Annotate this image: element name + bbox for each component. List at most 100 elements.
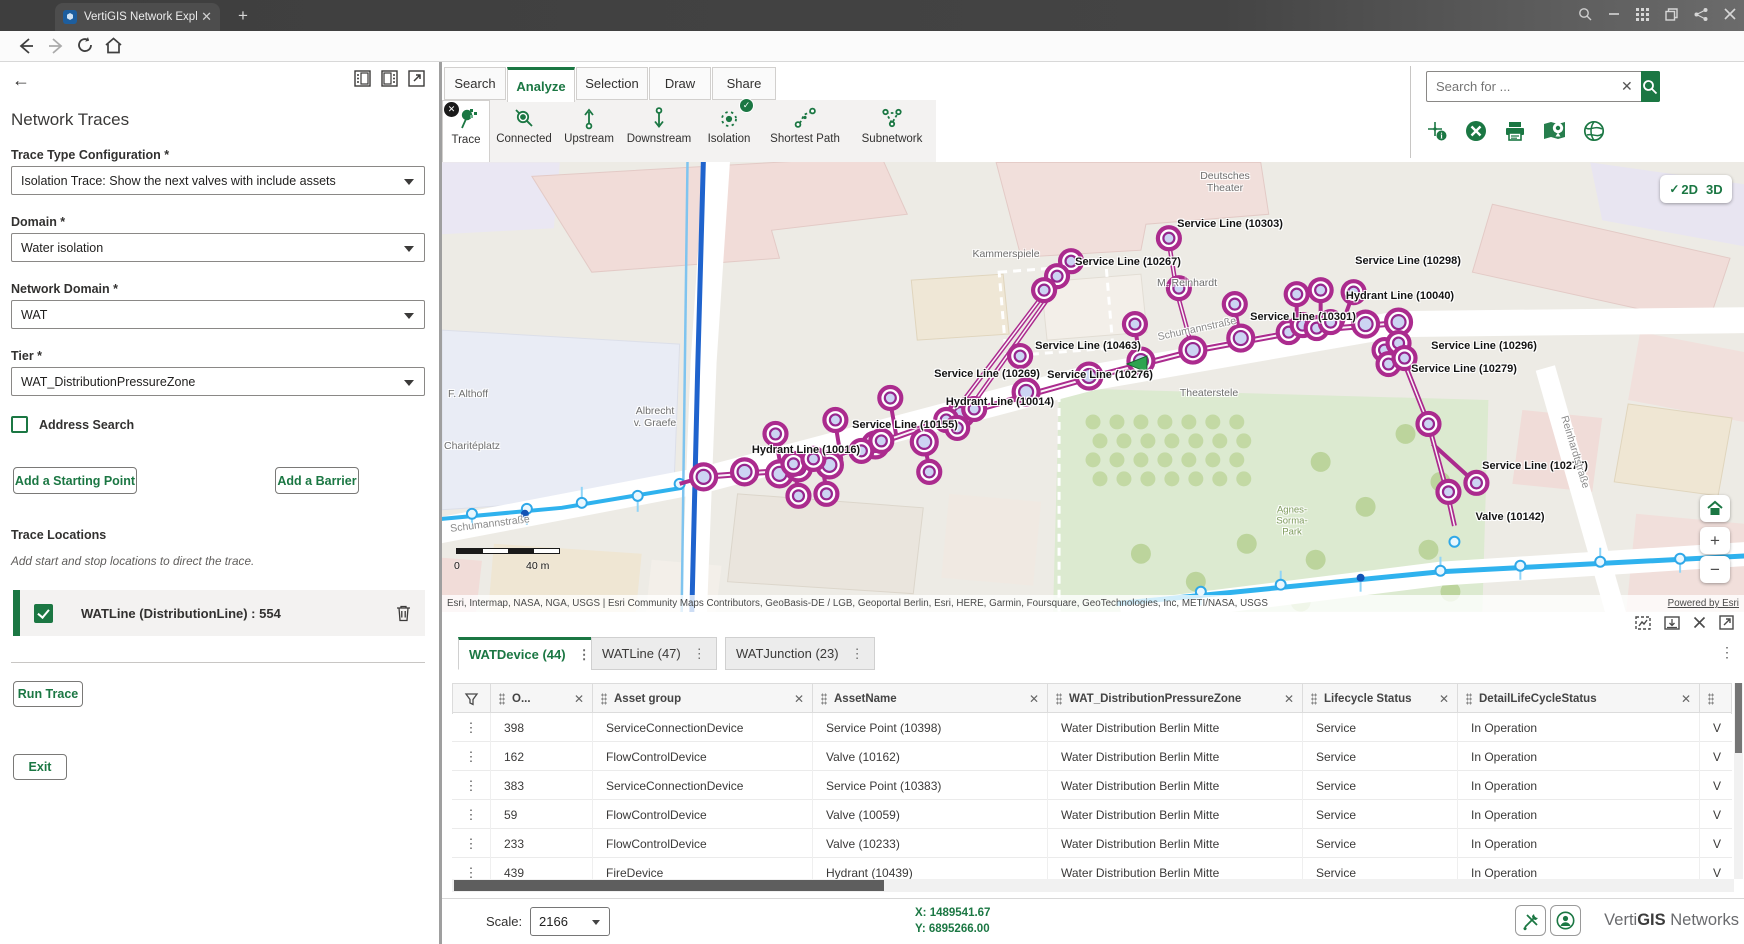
remove-column-icon[interactable]: ✕: [574, 692, 584, 706]
tab-close-icon[interactable]: ✕: [201, 9, 212, 25]
drag-handle-icon[interactable]: [601, 693, 607, 705]
print-icon[interactable]: [1504, 120, 1526, 142]
column-header-asset-group[interactable]: Asset group✕: [592, 684, 812, 714]
search-clear-icon[interactable]: ✕: [1612, 78, 1642, 95]
toggle-2d[interactable]: 2D: [1681, 182, 1698, 197]
basemap-globe-icon[interactable]: [1583, 120, 1605, 142]
tool-upstream[interactable]: Upstream: [558, 100, 620, 162]
table-tab-watjunction[interactable]: WATJunction (23)⋮: [725, 637, 875, 670]
drag-handle-icon[interactable]: [1466, 693, 1472, 705]
map-water-node[interactable]: [577, 498, 587, 508]
reload-icon[interactable]: [76, 36, 94, 54]
tab-kebab-icon[interactable]: ⋮: [578, 647, 591, 663]
map-location-icon[interactable]: [1543, 120, 1566, 142]
dock-panel-left-icon[interactable]: [354, 70, 371, 87]
map-2d-3d-toggle[interactable]: ✓ 2D 3D: [1660, 175, 1732, 203]
location-checkbox[interactable]: [34, 604, 53, 623]
tab-draw[interactable]: Draw: [649, 67, 711, 100]
table-row[interactable]: ⋮383ServiceConnectionDeviceService Point…: [452, 771, 1732, 800]
address-search-checkbox[interactable]: [11, 416, 28, 433]
minimize-icon[interactable]: [1608, 8, 1620, 20]
tab-search[interactable]: Search: [444, 67, 506, 100]
map-water-node[interactable]: [1675, 554, 1685, 564]
home-extent-button[interactable]: [1700, 495, 1730, 522]
row-menu-icon[interactable]: ⋮: [452, 829, 490, 858]
drag-handle-icon[interactable]: [821, 693, 827, 705]
zoom-tool-icon[interactable]: [1578, 7, 1592, 21]
row-menu-icon[interactable]: ⋮: [452, 771, 490, 800]
table-menu-icon[interactable]: ⋮: [1720, 644, 1734, 661]
zoom-out-button[interactable]: −: [1700, 556, 1730, 583]
run-trace-button[interactable]: Run Trace: [13, 681, 83, 707]
apps-grid-icon[interactable]: [1636, 8, 1649, 21]
table-horizontal-scrollbar[interactable]: [452, 879, 1734, 892]
tool-shortest-path[interactable]: Shortest Path: [760, 100, 850, 162]
search-input[interactable]: [1427, 79, 1612, 94]
exit-button[interactable]: Exit: [13, 754, 67, 780]
trace-cancel-badge[interactable]: ✕: [444, 102, 459, 117]
remove-column-icon[interactable]: ✕: [1681, 692, 1691, 706]
dock-panel-right-icon[interactable]: [381, 70, 398, 87]
map-water-node[interactable]: [633, 491, 643, 501]
tool-connected[interactable]: Connected: [490, 100, 558, 162]
row-menu-icon[interactable]: ⋮: [452, 858, 490, 879]
remove-column-icon[interactable]: ✕: [1029, 692, 1039, 706]
close-table-icon[interactable]: [1693, 616, 1706, 629]
map-water-node[interactable]: [1595, 557, 1605, 567]
domain-select[interactable]: Water isolation: [11, 233, 425, 262]
add-barrier-button[interactable]: Add a Barrier: [275, 467, 359, 494]
toggle-3d[interactable]: 3D: [1706, 182, 1723, 197]
column-header-lifecycle[interactable]: Lifecycle Status✕: [1302, 684, 1457, 714]
table-tab-watline[interactable]: WATLine (47)⋮: [591, 637, 717, 670]
close-window-icon[interactable]: [1724, 8, 1736, 20]
tab-kebab-icon[interactable]: ⋮: [693, 646, 706, 662]
remove-column-icon[interactable]: ✕: [1284, 692, 1294, 706]
row-menu-icon[interactable]: ⋮: [452, 800, 490, 829]
trace-type-select[interactable]: Isolation Trace: Show the next valves wi…: [11, 166, 425, 195]
search-button[interactable]: [1641, 71, 1660, 102]
zoom-to-results-icon[interactable]: [1635, 616, 1651, 630]
tool-isolation[interactable]: ✓ Isolation: [698, 100, 760, 162]
open-table-window-icon[interactable]: [1719, 615, 1734, 630]
table-row[interactable]: ⋮162FlowControlDeviceValve (10162)Water …: [452, 742, 1732, 771]
scale-select[interactable]: 2166: [530, 907, 610, 936]
tab-kebab-icon[interactable]: ⋮: [851, 646, 864, 662]
row-menu-icon[interactable]: ⋮: [452, 713, 490, 742]
table-row[interactable]: ⋮59FlowControlDeviceValve (10059)Water D…: [452, 800, 1732, 829]
browser-tab[interactable]: VertiGIS Network Explorer ✕: [55, 3, 220, 31]
tab-selection[interactable]: Selection: [576, 67, 648, 100]
filter-column-header[interactable]: [452, 684, 490, 714]
share-session-icon[interactable]: [1694, 8, 1708, 21]
column-header-detail-lifecycle[interactable]: DetailLifeCycleStatus✕: [1457, 684, 1699, 714]
restore-window-icon[interactable]: [1665, 8, 1678, 21]
home-icon[interactable]: [104, 36, 123, 55]
table-row[interactable]: ⋮398ServiceConnectionDeviceService Point…: [452, 713, 1732, 742]
tools-button[interactable]: [1515, 905, 1546, 936]
tab-share[interactable]: Share: [712, 67, 776, 100]
new-tab-button[interactable]: +: [238, 6, 248, 26]
table-vertical-scrollbar[interactable]: [1734, 683, 1743, 879]
tier-select[interactable]: WAT_DistributionPressureZone: [11, 367, 425, 396]
delete-location-icon[interactable]: [396, 604, 411, 622]
dock-table-icon[interactable]: [1664, 616, 1680, 630]
drag-handle-icon[interactable]: [1056, 693, 1062, 705]
back-icon[interactable]: [16, 36, 36, 56]
drag-handle-icon[interactable]: [1311, 693, 1317, 705]
map-canvas[interactable]: Service Line (10303)Service Line (10267)…: [442, 162, 1744, 612]
identify-icon[interactable]: i: [1426, 120, 1448, 142]
drag-handle-icon[interactable]: [499, 693, 505, 705]
open-in-window-icon[interactable]: [408, 70, 425, 87]
clear-results-icon[interactable]: [1465, 120, 1487, 142]
forward-icon[interactable]: [46, 36, 66, 56]
map-water-node[interactable]: [1515, 561, 1525, 571]
map-water-node[interactable]: [1449, 537, 1459, 547]
column-header-pressure-zone[interactable]: WAT_DistributionPressureZone✕: [1047, 684, 1302, 714]
remove-column-icon[interactable]: ✕: [1439, 692, 1449, 706]
table-row[interactable]: ⋮233FlowControlDeviceValve (10233)Water …: [452, 829, 1732, 858]
powered-by-esri[interactable]: Powered by Esri: [1668, 598, 1739, 609]
map-water-node[interactable]: [467, 509, 477, 519]
column-header-objectid[interactable]: O...✕: [490, 684, 592, 714]
column-header-partial[interactable]: [1699, 684, 1732, 714]
table-tab-watdevice[interactable]: WATDevice (44)⋮: [458, 637, 602, 670]
tab-analyze[interactable]: Analyze: [507, 67, 575, 102]
